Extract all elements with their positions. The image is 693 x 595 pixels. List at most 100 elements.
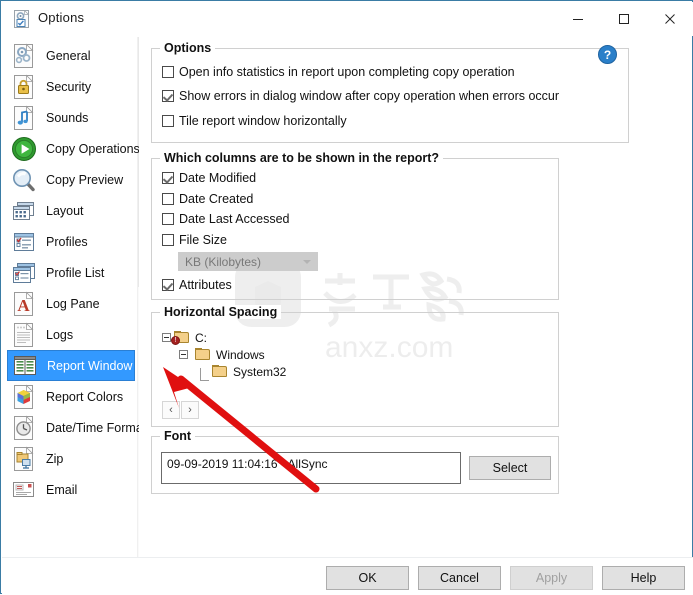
folder-tree[interactable]: ! C: Windows System32	[162, 329, 286, 381]
checkbox-attributes[interactable]: Attributes	[162, 278, 232, 292]
apply-label: Apply	[535, 571, 568, 585]
checkbox-box[interactable]	[162, 213, 174, 225]
checkbox-open-info-statistics[interactable]: Open info statistics in report upon comp…	[162, 65, 515, 79]
svg-text:A: A	[17, 296, 30, 315]
checkbox-box[interactable]	[162, 90, 174, 102]
color-wheel-document-icon	[11, 384, 37, 410]
checkbox-box[interactable]	[162, 279, 174, 291]
sidebar-item-label: Logs	[46, 327, 74, 342]
sidebar-item-general[interactable]: General	[7, 40, 135, 71]
close-button[interactable]	[647, 3, 693, 35]
zip-folder-document-icon	[11, 446, 37, 472]
minimize-button[interactable]	[555, 3, 601, 35]
sidebar-item-label: Copy Operations	[46, 141, 139, 156]
dialog-button-bar: OK Cancel Apply Help	[2, 557, 693, 595]
file-size-unit-dropdown[interactable]: KB (Kilobytes)	[178, 252, 318, 271]
ok-button[interactable]: OK	[326, 566, 409, 590]
lock-document-icon	[11, 74, 37, 100]
help-button[interactable]: Help	[602, 566, 685, 590]
columns-group-title: Which columns are to be shown in the rep…	[160, 151, 444, 165]
sidebar-item-label: Profiles	[46, 234, 88, 249]
sidebar-item-log-pane[interactable]: A Log Pane	[7, 288, 135, 319]
maximize-button[interactable]	[601, 3, 647, 35]
checkbox-box[interactable]	[162, 66, 174, 78]
select-font-label: Select	[492, 461, 528, 475]
checkbox-box[interactable]	[162, 193, 174, 205]
options-gear-document-icon	[13, 9, 31, 28]
letter-a-document-icon: A	[11, 291, 37, 317]
cancel-button[interactable]: Cancel	[418, 566, 501, 590]
sidebar-item-report-colors[interactable]: Report Colors	[7, 381, 135, 412]
collapse-toggle-icon[interactable]	[179, 350, 188, 359]
sidebar-item-date-time-format[interactable]: Date/Time Format	[7, 412, 139, 443]
checkbox-label: Date Modified	[179, 171, 257, 185]
sidebar-item-security[interactable]: Security	[7, 71, 135, 102]
clock-document-icon	[11, 415, 37, 441]
settings-category-sidebar[interactable]: General Security Sounds Copy Operations …	[2, 37, 139, 557]
collapse-toggle-icon[interactable]	[162, 333, 171, 342]
checkbox-label: Tile report window horizontally	[179, 114, 347, 128]
profile-window-icon	[11, 229, 37, 255]
checkbox-date-modified[interactable]: Date Modified	[162, 171, 256, 185]
sidebar-item-logs[interactable]: Logs	[7, 319, 135, 350]
sidebar-item-label: Copy Preview	[46, 172, 124, 187]
checkbox-file-size[interactable]: File Size	[162, 233, 227, 247]
help-button-label: Help	[630, 571, 657, 585]
checkbox-show-errors-dialog[interactable]: Show errors in dialog window after copy …	[162, 89, 559, 103]
gear-document-icon	[11, 43, 37, 69]
folder-icon	[195, 348, 211, 361]
checkbox-box[interactable]	[162, 115, 174, 127]
checkbox-label: Open info statistics in report upon comp…	[179, 65, 515, 79]
checkbox-label: Date Created	[179, 192, 254, 206]
checkbox-label: Attributes	[179, 278, 232, 292]
settings-content-pane: Options Open info statistics in report u…	[145, 37, 691, 555]
sidebar-item-copy-operations[interactable]: Copy Operations	[7, 133, 139, 164]
sidebar-scrollbar-thumb[interactable]	[138, 37, 139, 287]
sidebar-scrollbar[interactable]	[137, 37, 139, 557]
sidebar-item-profiles[interactable]: Profiles	[7, 226, 135, 257]
sidebar-item-label: Date/Time Format	[46, 420, 139, 435]
sidebar-item-copy-preview[interactable]: Copy Preview	[7, 164, 135, 195]
horizontal-spacing-group-title: Horizontal Spacing	[160, 305, 282, 319]
layout-windows-icon	[11, 198, 37, 224]
sidebar-item-label: Layout	[46, 203, 84, 218]
sidebar-item-label: Profile List	[46, 265, 105, 280]
checkbox-box[interactable]	[162, 234, 174, 246]
ok-label: OK	[358, 571, 377, 585]
chevron-down-icon	[303, 260, 311, 264]
envelope-icon	[11, 477, 37, 503]
sidebar-item-report-window[interactable]: Report Window	[7, 350, 135, 381]
checkbox-tile-report-window[interactable]: Tile report window horizontally	[162, 114, 347, 128]
horizontal-spacing-group: Horizontal Spacing ! C: Windows System32…	[151, 305, 559, 427]
sidebar-item-email[interactable]: Email	[7, 474, 135, 505]
spacing-decrease-button[interactable]: ‹	[162, 401, 180, 419]
sidebar-item-profile-list[interactable]: Profile List	[7, 257, 135, 288]
sidebar-item-label: Sounds	[46, 110, 89, 125]
font-preview-field[interactable]: 09-09-2019 11:04:16 - AllSync	[161, 452, 461, 484]
checkbox-date-created[interactable]: Date Created	[162, 192, 253, 206]
tree-node-windows[interactable]: Windows	[179, 346, 286, 363]
magnifier-icon	[11, 167, 37, 193]
apply-button: Apply	[510, 566, 593, 590]
folder-icon	[212, 365, 228, 378]
sidebar-item-sounds[interactable]: Sounds	[7, 102, 135, 133]
sidebar-item-label: Email	[46, 482, 78, 497]
tree-node-drive[interactable]: ! C:	[162, 329, 286, 346]
sidebar-item-label: General	[46, 48, 91, 63]
columns-group: Which columns are to be shown in the rep…	[151, 151, 559, 300]
help-question-icon[interactable]: ?	[598, 45, 617, 64]
font-preview-text: 09-09-2019 11:04:16 - AllSync	[167, 457, 328, 471]
checkbox-label: File Size	[179, 233, 227, 247]
checkbox-date-last-accessed[interactable]: Date Last Accessed	[162, 212, 289, 226]
tree-node-system32[interactable]: System32	[196, 363, 286, 381]
tree-node-label: C:	[195, 330, 207, 345]
report-grid-icon	[12, 353, 38, 379]
select-font-button[interactable]: Select	[469, 456, 551, 480]
sidebar-item-layout[interactable]: Layout	[7, 195, 135, 226]
checkbox-box[interactable]	[162, 172, 174, 184]
options-dialog: Options General Security Sounds Copy Ope…	[0, 0, 693, 595]
spacing-increase-button[interactable]: ›	[181, 401, 199, 419]
sidebar-item-zip[interactable]: Zip	[7, 443, 135, 474]
sidebar-item-label: Zip	[46, 451, 64, 466]
green-play-circle-icon	[11, 136, 37, 162]
